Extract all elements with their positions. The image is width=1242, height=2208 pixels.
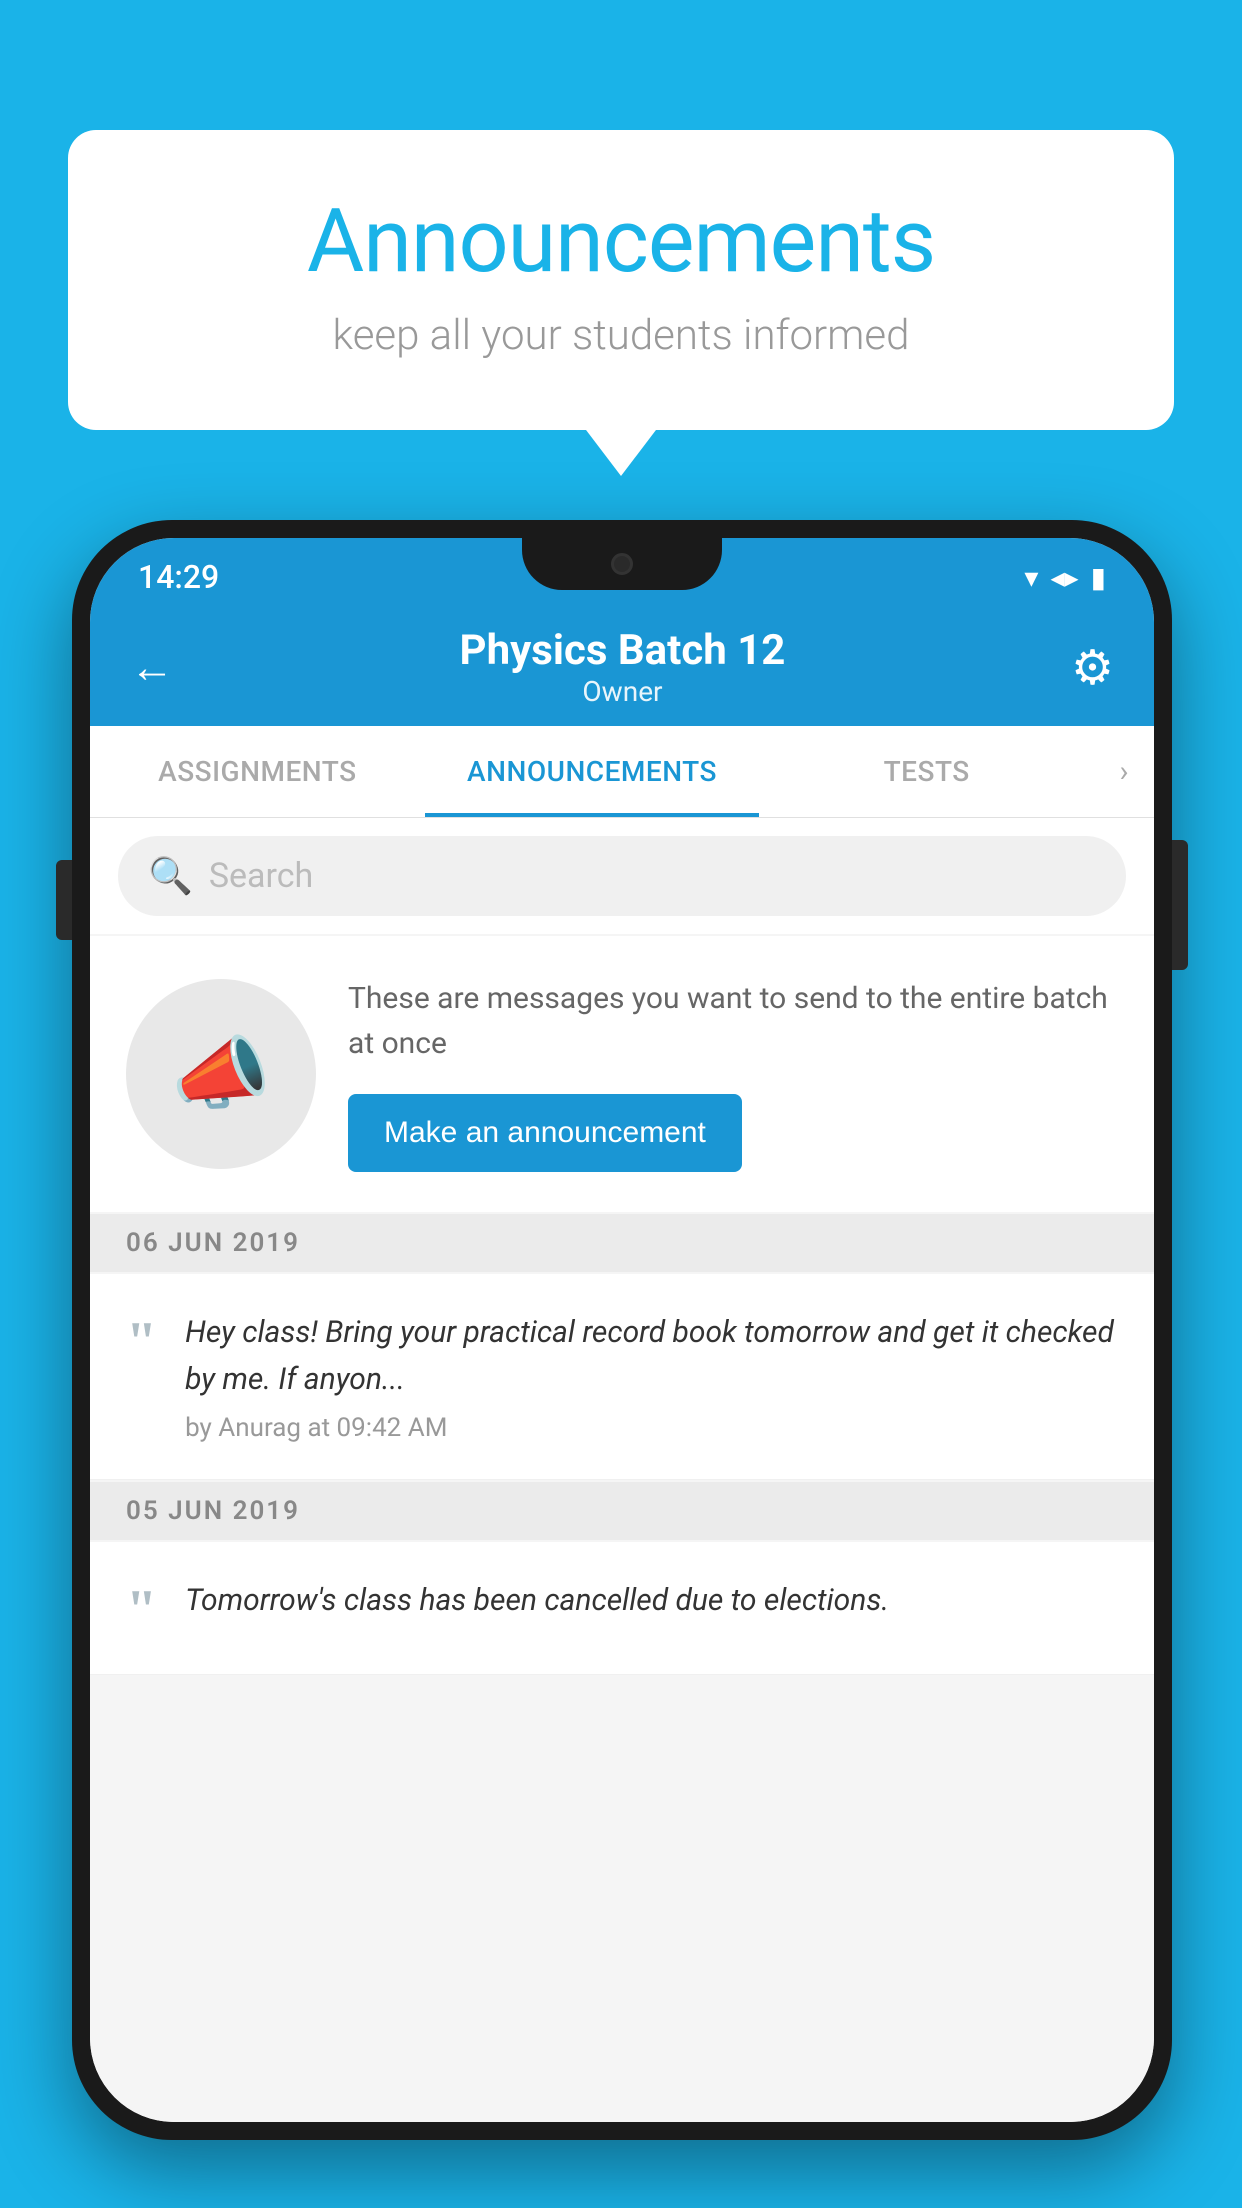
date-separator-1: 06 JUN 2019 xyxy=(90,1214,1154,1272)
status-icons: ▾ ◂▸ ▮ xyxy=(1024,561,1106,594)
megaphone-circle: 📣 xyxy=(126,979,316,1169)
promo-card: 📣 These are messages you want to send to… xyxy=(90,936,1154,1212)
promo-description: These are messages you want to send to t… xyxy=(348,976,1118,1066)
speech-bubble-card: Announcements keep all your students inf… xyxy=(68,130,1174,430)
header-center: Physics Batch 12 Owner xyxy=(460,626,786,708)
phone-notch xyxy=(522,538,722,590)
speech-bubble-section: Announcements keep all your students inf… xyxy=(68,130,1174,430)
date-separator-2: 05 JUN 2019 xyxy=(90,1482,1154,1540)
announcement-text-2: Tomorrow's class has been cancelled due … xyxy=(185,1578,889,1625)
tab-announcements[interactable]: ANNOUNCEMENTS xyxy=(425,726,760,817)
make-announcement-button[interactable]: Make an announcement xyxy=(348,1094,742,1172)
announcement-item-1[interactable]: " Hey class! Bring your practical record… xyxy=(90,1274,1154,1480)
signal-icon: ◂▸ xyxy=(1050,561,1078,594)
search-bar[interactable]: 🔍 Search xyxy=(118,836,1126,916)
quote-icon-1: " xyxy=(126,1314,157,1370)
megaphone-icon: 📣 xyxy=(171,1027,271,1121)
phone-mockup: 14:29 ▾ ◂▸ ▮ ← Physics Batch 12 Owner ⚙ xyxy=(72,520,1172,2140)
quote-icon-2: " xyxy=(126,1582,157,1638)
header-title: Physics Batch 12 xyxy=(460,626,786,675)
bubble-title: Announcements xyxy=(108,190,1134,293)
announcement-text-1: Hey class! Bring your practical record b… xyxy=(185,1310,1118,1403)
tab-tests[interactable]: TESTS xyxy=(759,726,1094,817)
header-subtitle: Owner xyxy=(460,675,786,708)
back-button[interactable]: ← xyxy=(130,641,174,693)
announcement-meta-1: by Anurag at 09:42 AM xyxy=(185,1413,1118,1443)
wifi-icon: ▾ xyxy=(1024,561,1038,594)
announcement-content-2: Tomorrow's class has been cancelled due … xyxy=(185,1578,889,1635)
bubble-subtitle: keep all your students informed xyxy=(108,311,1134,360)
promo-content: These are messages you want to send to t… xyxy=(348,976,1118,1172)
search-placeholder: Search xyxy=(209,856,313,896)
content-area: 🔍 Search 📣 These are messages you want t… xyxy=(90,818,1154,2122)
phone-outer-shell: 14:29 ▾ ◂▸ ▮ ← Physics Batch 12 Owner ⚙ xyxy=(72,520,1172,2140)
front-camera xyxy=(611,553,633,575)
search-icon: 🔍 xyxy=(148,855,193,897)
announcement-content-1: Hey class! Bring your practical record b… xyxy=(185,1310,1118,1443)
battery-icon: ▮ xyxy=(1091,561,1106,594)
settings-icon[interactable]: ⚙ xyxy=(1071,639,1114,696)
announcement-item-2[interactable]: " Tomorrow's class has been cancelled du… xyxy=(90,1542,1154,1675)
tab-more-icon[interactable]: › xyxy=(1094,754,1154,789)
app-header: ← Physics Batch 12 Owner ⚙ xyxy=(90,608,1154,726)
tabs-bar: ASSIGNMENTS ANNOUNCEMENTS TESTS › xyxy=(90,726,1154,818)
status-time: 14:29 xyxy=(138,558,219,596)
phone-screen: 14:29 ▾ ◂▸ ▮ ← Physics Batch 12 Owner ⚙ xyxy=(90,538,1154,2122)
tab-assignments[interactable]: ASSIGNMENTS xyxy=(90,726,425,817)
search-bar-container: 🔍 Search xyxy=(90,818,1154,934)
